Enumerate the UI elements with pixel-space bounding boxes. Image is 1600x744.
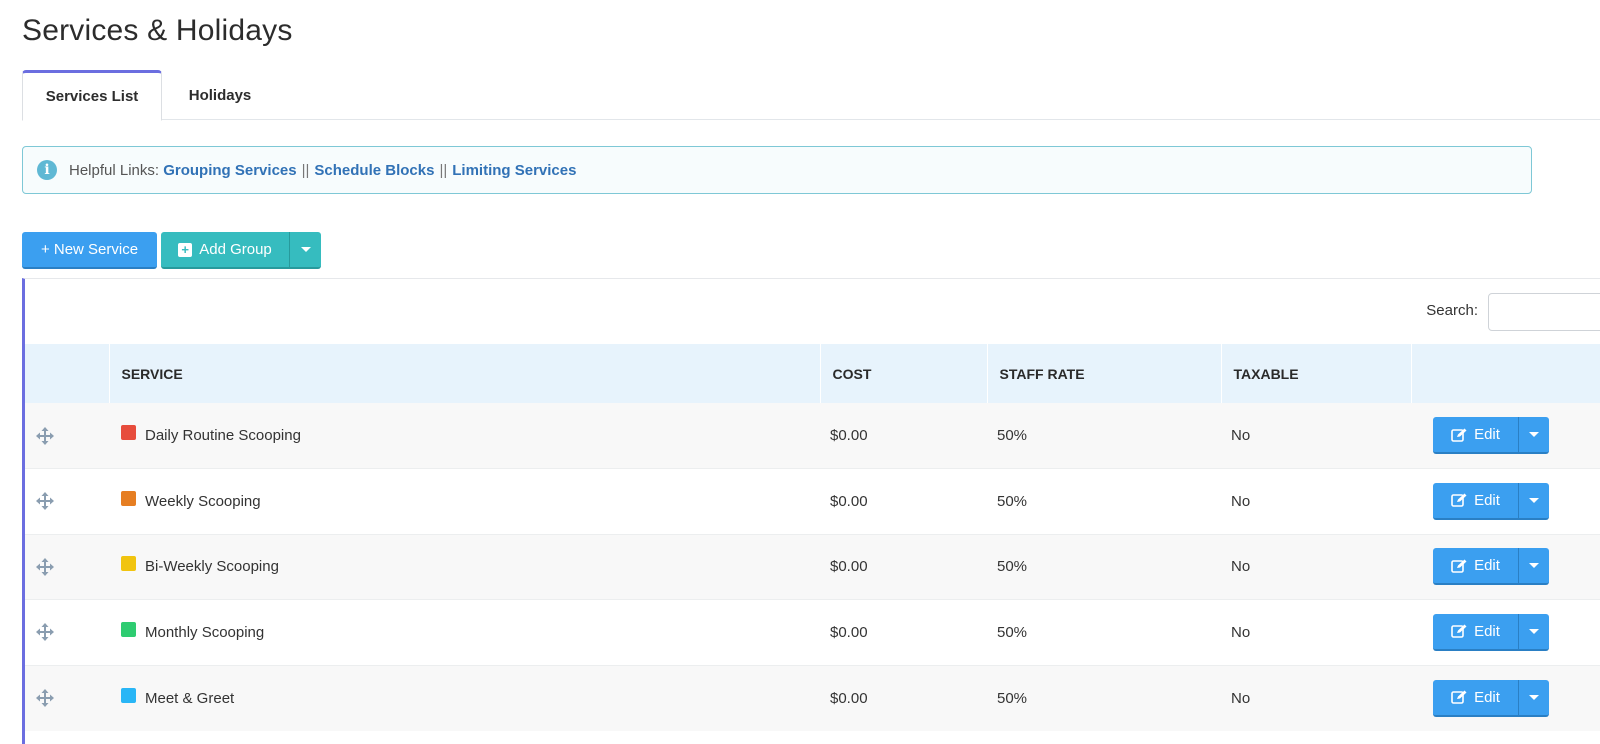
- drag-handle-icon[interactable]: [35, 426, 55, 446]
- service-cost: $0.00: [830, 558, 868, 576]
- table-row: Monthly Scooping $0.00 50% No Edit: [25, 599, 1600, 665]
- tab-holidays[interactable]: Holidays: [168, 70, 272, 120]
- service-cost: $0.00: [830, 623, 868, 641]
- edit-dropdown-toggle[interactable]: [1519, 417, 1549, 452]
- service-staff-rate: 50%: [997, 558, 1028, 576]
- link-grouping-services[interactable]: Grouping Services: [163, 162, 296, 179]
- link-separator: ||: [439, 161, 448, 179]
- services-table-panel: Search: SERVICE COST STAFF RATE TAXABLE: [22, 278, 1600, 744]
- edit-button-group: Edit: [1433, 613, 1549, 651]
- drag-handle-icon[interactable]: [35, 557, 55, 577]
- add-group-button-group: + Add Group: [161, 232, 321, 269]
- edit-button[interactable]: Edit: [1433, 417, 1519, 452]
- add-group-label: Add Group: [199, 241, 272, 258]
- drag-handle-icon[interactable]: [35, 622, 55, 642]
- info-icon: i: [37, 160, 57, 180]
- edit-dropdown-toggle[interactable]: [1519, 614, 1549, 649]
- service-taxable: No: [1231, 689, 1251, 707]
- table-row: Weekly Scooping $0.00 50% No Edit: [25, 468, 1600, 534]
- new-service-button[interactable]: + New Service: [22, 232, 157, 269]
- edit-label: Edit: [1474, 688, 1500, 706]
- edit-label: Edit: [1474, 557, 1500, 575]
- service-staff-rate: 50%: [997, 427, 1028, 444]
- helpful-links-prefix: Helpful Links:: [69, 161, 160, 179]
- edit-icon: [1451, 428, 1467, 442]
- header-service[interactable]: SERVICE: [108, 344, 820, 403]
- link-schedule-blocks[interactable]: Schedule Blocks: [314, 162, 434, 179]
- edit-icon: [1451, 690, 1467, 704]
- edit-button[interactable]: Edit: [1433, 679, 1519, 715]
- link-limiting-services[interactable]: Limiting Services: [452, 162, 576, 179]
- service-color-swatch: [121, 621, 136, 637]
- service-staff-rate: 50%: [997, 623, 1028, 641]
- edit-icon: [1451, 559, 1467, 573]
- link-separator: ||: [301, 161, 310, 179]
- service-name: Monthly Scooping: [145, 623, 265, 641]
- service-taxable: No: [1231, 558, 1251, 576]
- add-group-dropdown-toggle[interactable]: [290, 232, 321, 267]
- edit-button[interactable]: Edit: [1433, 548, 1519, 584]
- edit-dropdown-toggle[interactable]: [1519, 548, 1549, 583]
- service-color-swatch: [121, 425, 136, 440]
- table-header-row: SERVICE COST STAFF RATE TAXABLE: [25, 344, 1600, 403]
- header-taxable[interactable]: TAXABLE: [1220, 344, 1411, 403]
- edit-button-group: Edit: [1433, 548, 1549, 586]
- drag-handle-icon[interactable]: [35, 491, 55, 511]
- header-cost[interactable]: COST: [819, 344, 987, 403]
- services-table: SERVICE COST STAFF RATE TAXABLE Daily Ro…: [25, 344, 1600, 731]
- service-taxable: No: [1231, 492, 1251, 510]
- edit-button-group: Edit: [1433, 679, 1549, 717]
- edit-button[interactable]: Edit: [1433, 482, 1519, 518]
- edit-button-group: Edit: [1433, 482, 1549, 520]
- edit-button-group: Edit: [1433, 417, 1549, 454]
- edit-label: Edit: [1474, 622, 1500, 640]
- service-color-swatch: [121, 687, 136, 703]
- service-color-swatch: [121, 556, 136, 572]
- edit-label: Edit: [1474, 426, 1500, 443]
- edit-icon: [1451, 493, 1467, 508]
- tabs-bar: Services List Holidays: [22, 70, 1600, 121]
- edit-button[interactable]: Edit: [1433, 613, 1519, 649]
- edit-icon: [1451, 624, 1467, 639]
- service-cost: $0.00: [830, 427, 868, 444]
- service-taxable: No: [1231, 623, 1251, 641]
- caret-down-icon: [1529, 694, 1539, 700]
- drag-handle-icon[interactable]: [35, 688, 55, 708]
- service-staff-rate: 50%: [997, 492, 1028, 510]
- search-input[interactable]: [1488, 293, 1600, 331]
- plus-square-icon: +: [178, 242, 193, 257]
- caret-down-icon: [1529, 432, 1539, 437]
- header-actions: [1410, 344, 1600, 403]
- add-group-button[interactable]: + Add Group: [161, 232, 290, 267]
- header-staff-rate[interactable]: STAFF RATE: [986, 344, 1221, 403]
- table-row: Daily Routine Scooping $0.00 50% No Edit: [25, 403, 1600, 469]
- header-drag: [25, 344, 109, 403]
- edit-dropdown-toggle[interactable]: [1519, 483, 1549, 518]
- edit-label: Edit: [1474, 491, 1500, 509]
- table-row: Bi-Weekly Scooping $0.00 50% No Edit: [25, 533, 1600, 600]
- caret-down-icon: [1529, 563, 1539, 569]
- service-name: Weekly Scooping: [145, 492, 261, 510]
- search-label: Search:: [1426, 302, 1478, 319]
- page-title: Services & Holidays: [22, 14, 293, 47]
- service-name: Daily Routine Scooping: [145, 427, 301, 444]
- table-row: Meet & Greet $0.00 50% No Edit: [25, 664, 1600, 731]
- service-cost: $0.00: [830, 689, 868, 707]
- service-color-swatch: [121, 490, 136, 506]
- service-name: Bi-Weekly Scooping: [145, 558, 279, 576]
- service-taxable: No: [1231, 427, 1251, 444]
- caret-down-icon: [1529, 497, 1539, 503]
- helpful-links-alert: i Helpful Links: Grouping Services || Sc…: [22, 146, 1532, 194]
- caret-down-icon: [1529, 628, 1539, 634]
- tab-services-list[interactable]: Services List: [22, 70, 162, 121]
- service-staff-rate: 50%: [997, 689, 1028, 707]
- service-name: Meet & Greet: [145, 689, 235, 707]
- edit-dropdown-toggle[interactable]: [1519, 680, 1549, 715]
- caret-down-icon: [300, 247, 311, 252]
- service-cost: $0.00: [830, 492, 868, 510]
